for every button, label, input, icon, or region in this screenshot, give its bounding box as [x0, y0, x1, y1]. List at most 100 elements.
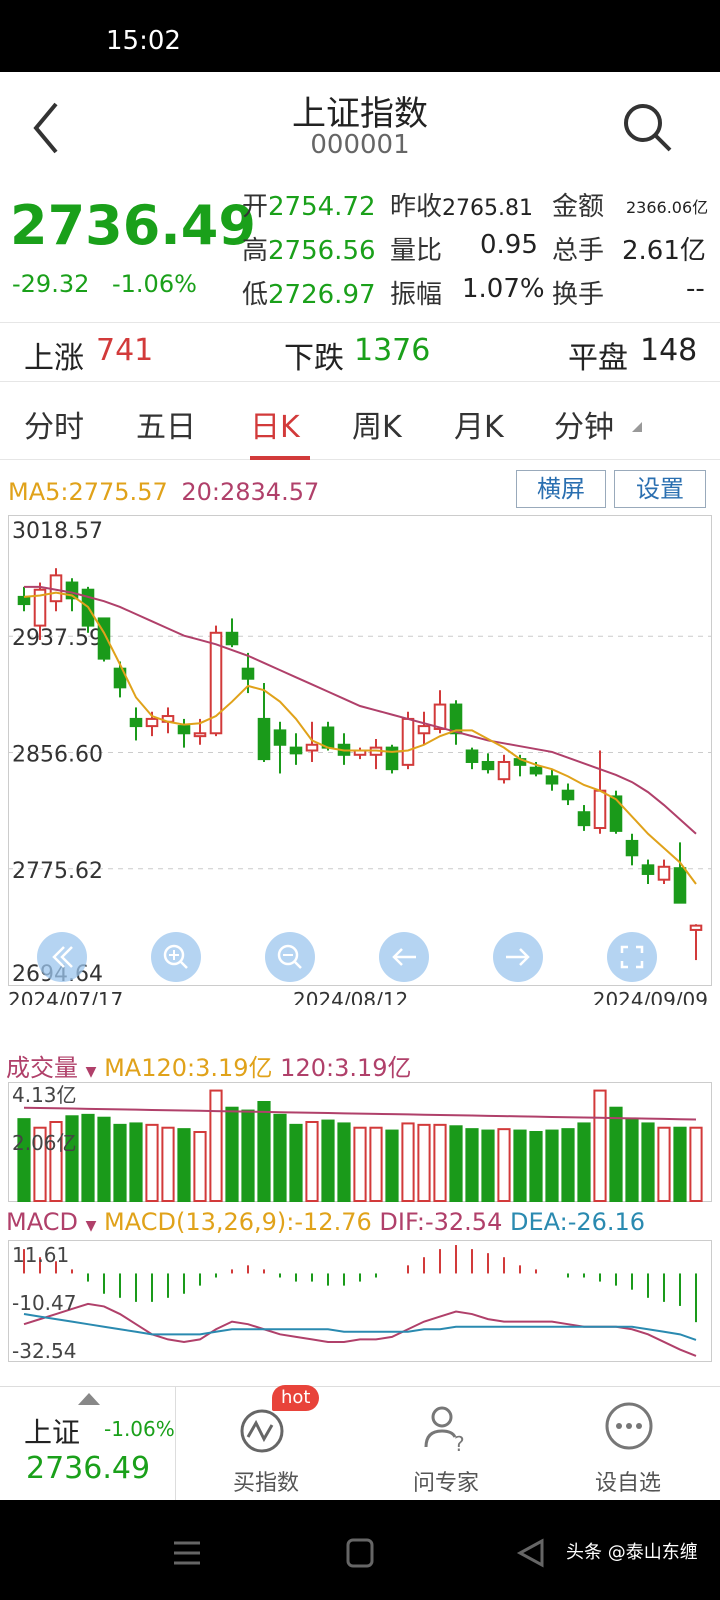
low-label: 低: [242, 280, 269, 310]
tab-weekly-k[interactable]: 周K: [352, 402, 402, 446]
candle-body: [625, 839, 639, 857]
volume-title: 成交量: [6, 1054, 78, 1082]
candle-body: [193, 732, 207, 738]
back-nav-icon[interactable]: [516, 1538, 546, 1568]
turnover-value: --: [686, 274, 705, 304]
zoom-out-icon[interactable]: [265, 932, 315, 982]
volume-bar: [417, 1123, 431, 1202]
volume-bar: [385, 1129, 399, 1202]
y-tick-label: 3018.57: [12, 519, 103, 544]
down-label: 下跌: [284, 341, 344, 376]
candle-body: [641, 864, 655, 875]
buy-index-label: 买指数: [232, 1471, 299, 1496]
arrow-left-icon[interactable]: [379, 932, 429, 982]
volume-bar: [353, 1126, 367, 1202]
svg-text:?: ?: [454, 1432, 465, 1453]
landscape-button[interactable]: 横屏: [516, 470, 606, 508]
ma5-value: MA5:2775.57: [8, 478, 168, 506]
watermark: 头条 @泰山东缠: [566, 1542, 698, 1563]
down-count: 1376: [354, 333, 431, 368]
current-price: 2736.49: [10, 194, 256, 257]
tab-monthly-k[interactable]: 月K: [454, 402, 504, 446]
turnover-label: 换手: [552, 280, 605, 310]
home-icon[interactable]: [346, 1538, 374, 1568]
volume-bar: [481, 1129, 495, 1202]
ma-legend: MA5:2775.57 20:2834.57: [8, 478, 319, 506]
fullscreen-icon[interactable]: [607, 932, 657, 982]
volume-bar: [241, 1109, 255, 1202]
macd-dif: DIF:-32.54: [379, 1208, 503, 1236]
amount-row: 金额: [552, 186, 604, 223]
add-watchlist-label: 设自选: [594, 1471, 661, 1496]
y-tick-label: 2937.59: [12, 626, 103, 651]
volume-bar: [145, 1123, 159, 1202]
amplitude-row: 振幅: [390, 274, 442, 311]
candle-body: [257, 717, 271, 761]
menu-icon[interactable]: [172, 1538, 202, 1568]
tab-five-day[interactable]: 五日: [136, 402, 196, 446]
candle-body: [145, 717, 159, 728]
volume-bar: [465, 1128, 479, 1202]
volume-bar: [113, 1123, 127, 1202]
index-summary[interactable]: 上证 -1.06% 2736.49: [0, 1387, 176, 1501]
candle-body: [321, 726, 335, 749]
x-tick-label: 2024/07/17: [8, 988, 123, 1005]
candle-body: [529, 766, 543, 775]
volume-bar: [401, 1122, 415, 1202]
hot-badge: hot: [272, 1385, 320, 1411]
expert-icon: ?: [424, 1406, 465, 1453]
tab-daily-k[interactable]: 日K: [250, 402, 300, 446]
candle-body: [545, 775, 559, 785]
tab-intraday[interactable]: 分时: [24, 402, 84, 446]
candle-body: [401, 717, 415, 766]
volume-bar: [337, 1122, 351, 1202]
prev-close-value: 2765.81: [442, 196, 533, 221]
macd-dea: DEA:-26.16: [509, 1208, 646, 1236]
volume-bar: [673, 1126, 687, 1202]
volume-bar: [545, 1129, 559, 1202]
volume-bar: [369, 1126, 383, 1202]
volume-bar: [497, 1128, 511, 1202]
page-title: 上证指数: [292, 94, 428, 134]
vol-ratio-label: 量比: [390, 236, 443, 266]
volume-dropdown-icon[interactable]: ▼: [86, 1064, 97, 1080]
arrow-right-icon[interactable]: [493, 932, 543, 982]
candlestick-chart[interactable]: 3018.572937.592856.602775.622694.642024/…: [8, 515, 712, 1005]
header: 上证指数 000001: [0, 72, 720, 182]
volume-bar: [561, 1128, 575, 1202]
candle-body: [129, 717, 143, 728]
total-hands-row: 总手: [552, 230, 604, 267]
prev-close-row: 昨收2765.81: [390, 186, 533, 223]
system-nav-bar: 头条 @泰山东缠: [0, 1500, 720, 1600]
macd-dropdown-icon[interactable]: ▼: [86, 1218, 97, 1234]
total-hands-label: 总手: [552, 236, 605, 266]
amount-label: 金额: [552, 192, 605, 222]
volume-y-tick: 4.13亿: [12, 1083, 77, 1107]
search-icon[interactable]: [620, 100, 674, 154]
ma20-value: 20:2834.57: [181, 478, 320, 506]
index-name: 上证: [24, 1416, 81, 1449]
high-value: 2756.56: [268, 236, 376, 266]
candle-body: [465, 749, 479, 763]
settings-button[interactable]: 设置: [614, 470, 706, 508]
candle-body: [481, 760, 495, 771]
tab-minute[interactable]: 分钟: [554, 402, 614, 446]
period-tabs: 分时 五日 日K 周K 月K 分钟: [0, 384, 720, 460]
add-watchlist-button[interactable]: 设自选: [536, 1387, 720, 1501]
ask-expert-button[interactable]: ? 问专家: [356, 1387, 536, 1501]
candle-body: [689, 924, 703, 931]
volume-bar: [625, 1118, 639, 1202]
bottom-nav: 上证 -1.06% 2736.49 hot 买指数 ? 问专家 设自选: [0, 1385, 720, 1501]
volume-bar: [305, 1121, 319, 1202]
flat-label: 平盘: [568, 341, 628, 376]
double-left-icon[interactable]: [37, 932, 87, 982]
volume-bar: [65, 1115, 79, 1202]
candle-body: [177, 725, 191, 735]
buy-index-button[interactable]: hot 买指数: [176, 1385, 356, 1501]
candle-body: [561, 789, 575, 801]
volume-bar: [433, 1123, 447, 1202]
volume-bar: [289, 1123, 303, 1202]
zoom-in-icon[interactable]: [151, 932, 201, 982]
active-tab-indicator: [250, 456, 310, 460]
open-label: 开: [242, 192, 269, 222]
